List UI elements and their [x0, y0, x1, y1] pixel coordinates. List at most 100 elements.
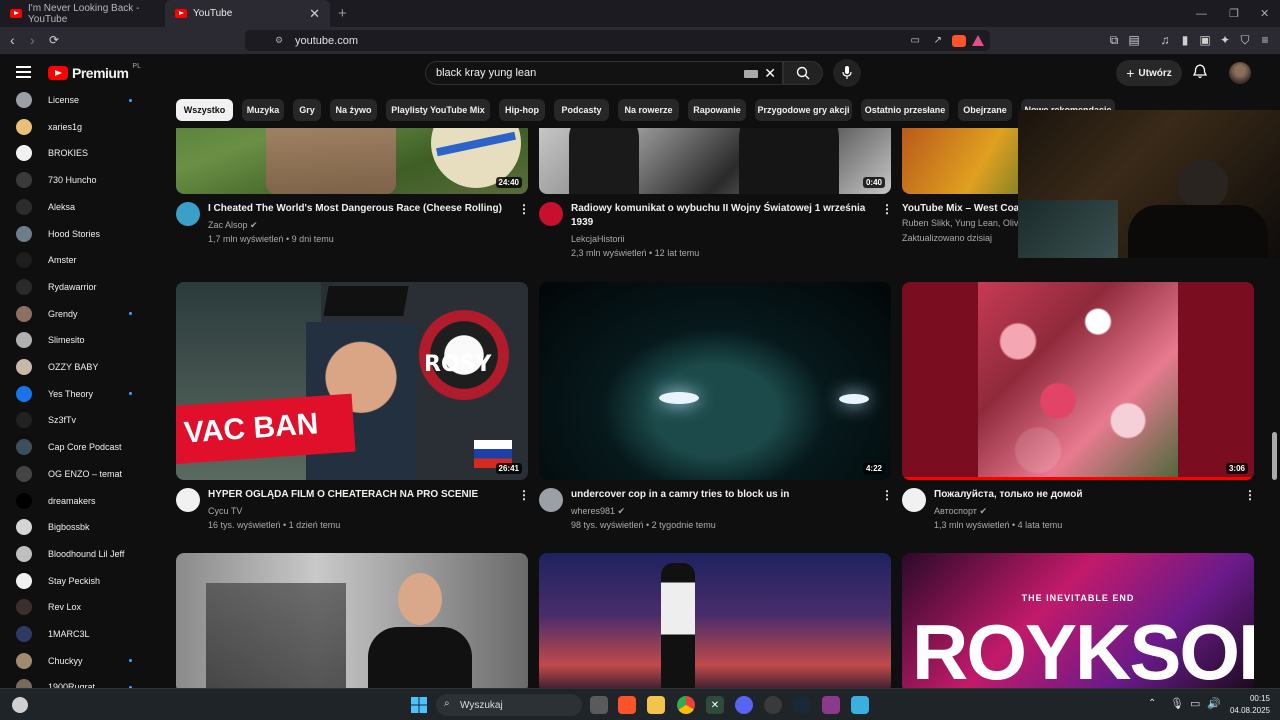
maximize-icon[interactable]: ❐ [1229, 0, 1239, 27]
sidebar-channel-item[interactable]: License [0, 92, 150, 113]
account-avatar[interactable] [1229, 62, 1251, 84]
channel-avatar[interactable] [539, 202, 563, 226]
weather-icon[interactable] [12, 697, 28, 713]
video-title[interactable]: I Cheated The World's Most Dangerous Rac… [208, 202, 508, 216]
browser-tab-1[interactable]: I'm Never Looking Back - YouTube [0, 0, 165, 27]
microphone-tray-icon[interactable]: 🎙 [1170, 697, 1184, 710]
channel-avatar[interactable] [902, 488, 926, 512]
reload-icon[interactable]: ⟳ [49, 33, 59, 47]
channel-name[interactable]: Cycu TV [208, 504, 242, 519]
brave-rewards-icon[interactable] [972, 35, 984, 46]
sidebar-channel-item[interactable]: 1900Rugrat [0, 674, 150, 688]
more-options-icon[interactable]: ⋮ [881, 202, 893, 216]
sidebar-channel-item[interactable]: 730 Huncho [0, 167, 150, 193]
back-icon[interactable]: ‹ [10, 32, 15, 48]
create-button[interactable]: + Utwórz [1116, 60, 1182, 86]
discord-icon[interactable] [735, 696, 753, 714]
notifications-bell-icon[interactable] [1193, 64, 1207, 79]
wallet-icon[interactable]: ▣ [1198, 33, 1212, 47]
filter-chip[interactable]: Playlisty YouTube Mix [386, 99, 490, 121]
reader-icon[interactable]: ▤ [1127, 33, 1141, 47]
sidebar-channel-item[interactable]: Bloodhound Lil Jeff [0, 541, 150, 567]
brave-shields-icon[interactable] [952, 34, 966, 47]
share-icon[interactable]: ↗ [934, 35, 942, 46]
video-thumbnail[interactable]: 24:40 [176, 128, 528, 194]
video-title[interactable]: Radiowy komunikat o wybuchu II Wojny Świ… [571, 202, 871, 230]
video-title[interactable]: undercover cop in a camry tries to block… [571, 488, 871, 502]
browser-tab-2[interactable]: YouTube ✕ [165, 0, 330, 27]
voice-search-button[interactable] [833, 59, 861, 87]
taskbar-clock[interactable]: 00:15 04.08.2025 [1222, 693, 1270, 717]
sidebar-channel-item[interactable]: Grendy [0, 301, 150, 327]
filter-chip[interactable]: Na rowerze [618, 99, 679, 121]
sidebar-channel-item[interactable]: xaries1g [0, 114, 150, 140]
sidebar-channel-item[interactable]: Rydawarrior [0, 274, 150, 300]
sidebar-channel-item[interactable]: Yes Theory [0, 381, 150, 407]
sidebar-channel-item[interactable]: OZZY BABY [0, 354, 150, 380]
media-icon[interactable]: ♫ [1158, 33, 1172, 47]
sidebar-toggle-icon[interactable]: ▮ [1178, 33, 1192, 47]
sidebar-channel-item[interactable]: Stay Peckish [0, 568, 150, 594]
filter-chip[interactable]: Gry [293, 99, 321, 121]
sidebar-channel-item[interactable]: Cap Core Podcast [0, 434, 150, 460]
sidebar-channel-item[interactable]: OG ENZO – temat [0, 461, 150, 487]
video-thumbnail[interactable]: 0:40 [539, 128, 891, 194]
tray-chevron-icon[interactable]: ⌃ [1148, 698, 1156, 709]
chrome-icon[interactable] [677, 696, 695, 714]
video-thumbnail[interactable] [539, 553, 891, 688]
sidebar-channel-item[interactable]: BROKIES [0, 140, 150, 166]
winrar-icon[interactable] [822, 696, 840, 714]
vpn-icon[interactable]: ⛉ [1238, 33, 1252, 47]
xbox-app-icon[interactable]: ✕ [706, 696, 724, 714]
video-thumbnail[interactable]: THE INEVITABLE END ROYKSOPP [902, 553, 1254, 688]
channel-name[interactable]: Zac Alsop ✔ [208, 218, 258, 233]
minimize-icon[interactable]: — [1196, 0, 1207, 27]
more-options-icon[interactable]: ⋮ [881, 488, 893, 502]
task-view-icon[interactable] [590, 696, 608, 714]
more-options-icon[interactable]: ⋮ [518, 202, 530, 216]
video-title[interactable]: HYPER OGLĄDA FILM O CHEATERACH NA PRO SC… [208, 488, 508, 502]
sidebar-channel-item[interactable]: Bigbossbk [0, 514, 150, 540]
extensions-icon[interactable]: ⧉ [1107, 33, 1121, 47]
video-thumbnail[interactable]: ROSY VAC BAN 26:41 [176, 282, 528, 480]
more-options-icon[interactable]: ⋮ [518, 488, 530, 502]
scrollbar-thumb[interactable] [1272, 432, 1277, 480]
channel-avatar[interactable] [176, 488, 200, 512]
sidebar-channel-item[interactable]: Slimesito [0, 327, 150, 353]
filter-chip[interactable]: Hip-hop [499, 99, 545, 121]
sidebar-channel-item[interactable]: Chuckyy [0, 648, 150, 674]
channel-name[interactable]: Автоспорт ✔ [934, 504, 987, 519]
close-window-icon[interactable]: ✕ [1260, 0, 1269, 27]
search-button[interactable] [783, 61, 823, 85]
channel-name[interactable]: LekcjaHistorii [571, 232, 625, 247]
steam-icon[interactable] [793, 696, 811, 714]
sidebar-channel-item[interactable]: Rev Lox [0, 594, 150, 620]
video-thumbnail[interactable]: 3:06 [902, 282, 1254, 480]
network-icon[interactable]: ▭ [1190, 697, 1200, 710]
sidebar-channel-item[interactable]: Amster [0, 247, 150, 273]
filter-chip[interactable]: Przygodowe gry akcji [755, 99, 852, 121]
filter-chip[interactable]: Wszystko [176, 99, 233, 121]
windows-start-icon[interactable] [410, 696, 428, 714]
sidebar-channel-item[interactable]: Hood Stories [0, 221, 150, 247]
guide-menu-icon[interactable] [16, 66, 31, 78]
sidebar-channel-item[interactable]: dreamakers [0, 488, 150, 514]
more-options-icon[interactable]: ⋮ [1244, 488, 1256, 502]
notepad-icon[interactable] [851, 696, 869, 714]
video-thumbnail[interactable] [176, 553, 528, 688]
sidebar-channel-item[interactable]: 1MARC3L [0, 621, 150, 647]
menu-icon[interactable]: ≡ [1258, 33, 1272, 47]
address-bar[interactable]: ⚙ youtube.com ▭ ↗ [245, 30, 990, 51]
filter-chip[interactable]: Podcasty [554, 99, 609, 121]
filter-chip[interactable]: Ostatnio przesłane [861, 99, 949, 121]
filter-chip[interactable]: Na żywo [330, 99, 377, 121]
close-tab-icon[interactable]: ✕ [309, 6, 320, 22]
filter-chip[interactable]: Muzyka [242, 99, 284, 121]
filter-chip[interactable]: Obejrzane [958, 99, 1012, 121]
video-thumbnail[interactable]: 4:22 [539, 282, 891, 480]
new-tab-icon[interactable]: + [338, 5, 347, 22]
sidebar-channel-item[interactable]: Sz3fTv [0, 407, 150, 433]
page-scrollbar[interactable] [1270, 130, 1278, 688]
site-info-icon[interactable]: ⚙ [275, 35, 283, 46]
search-input[interactable]: black kray yung lean ✕ [425, 61, 783, 85]
